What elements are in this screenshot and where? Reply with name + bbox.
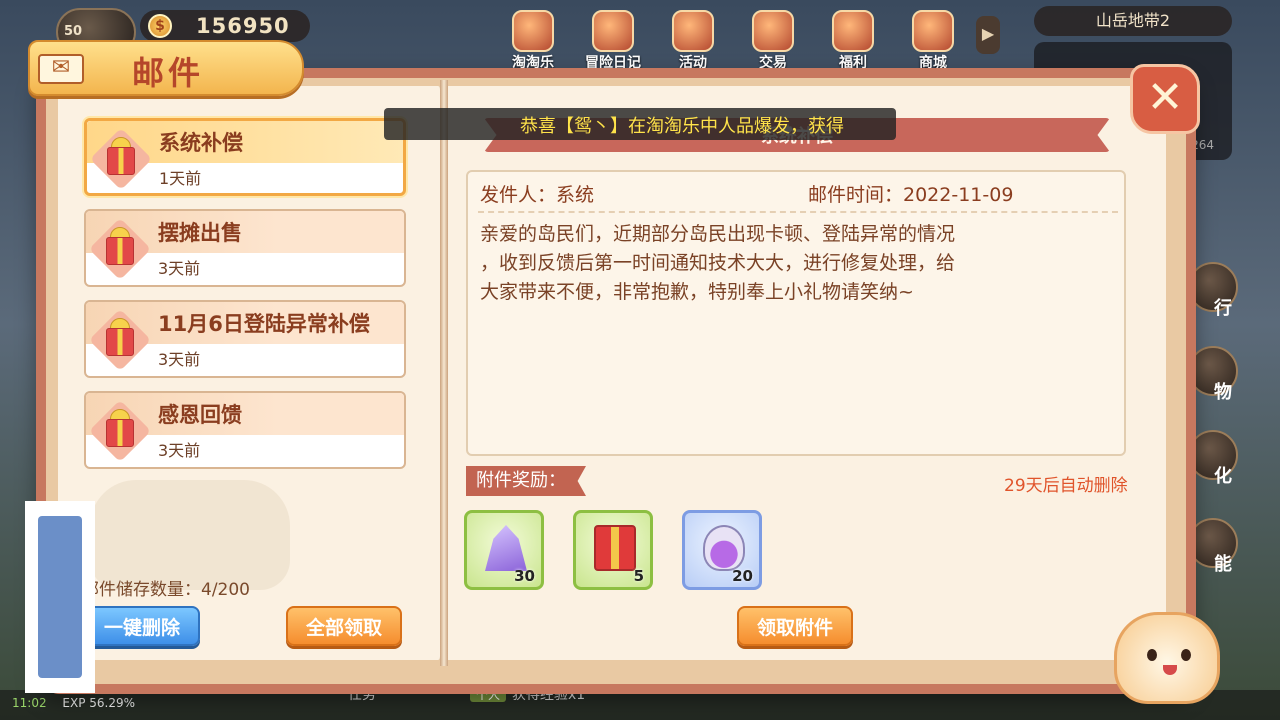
mail-body-line: 大家带来不便，非常抱歉，特别奉上小礼物请笑纳~ bbox=[480, 281, 914, 303]
potion-icon bbox=[703, 525, 745, 571]
pet-eye bbox=[1181, 649, 1191, 661]
auto-delete-notice: 29天后自动删除 bbox=[1004, 476, 1128, 496]
mail-time: 1天前 bbox=[159, 169, 202, 188]
attachment-slot[interactable]: 20 bbox=[682, 510, 762, 590]
attachment-slot[interactable]: 30 bbox=[464, 510, 544, 590]
gift-icon bbox=[88, 217, 152, 281]
mail-title: 感恩回馈 bbox=[158, 403, 242, 427]
decorative-cat-watermark bbox=[90, 480, 290, 590]
taotaole-icon bbox=[512, 10, 554, 52]
mail-list-item[interactable]: 11月6日登陆异常补偿 3天前 bbox=[84, 300, 406, 378]
mail-list-item[interactable]: 系统补偿 1天前 bbox=[84, 118, 406, 196]
mail-time: 3天前 bbox=[158, 441, 201, 460]
nav-events[interactable]: 活动 bbox=[660, 6, 726, 71]
nav-shop[interactable]: 商城 bbox=[900, 6, 966, 71]
pet-eye bbox=[1147, 649, 1157, 661]
side-label: 化 bbox=[1214, 466, 1232, 487]
side-label: 物 bbox=[1214, 382, 1232, 403]
claim-all-button[interactable]: 全部领取 bbox=[286, 606, 402, 646]
attachment-quantity: 5 bbox=[633, 567, 644, 585]
side-label: 能 bbox=[1214, 554, 1232, 575]
diary-icon bbox=[592, 10, 634, 52]
attachment-quantity: 30 bbox=[514, 567, 535, 585]
decorative-stamp bbox=[28, 504, 92, 690]
events-icon bbox=[672, 10, 714, 52]
pet-mouth bbox=[1163, 665, 1177, 675]
nav-welfare[interactable]: 福利 bbox=[820, 6, 886, 71]
mail-title: 摆摊出售 bbox=[158, 221, 242, 245]
pet-mascot[interactable] bbox=[1114, 612, 1220, 704]
map-name: 山岳地带2 bbox=[1034, 6, 1232, 36]
player-level: 50 bbox=[64, 24, 83, 39]
bottom-bar bbox=[0, 690, 1280, 720]
attachment-slot[interactable]: 5 bbox=[573, 510, 653, 590]
divider bbox=[478, 211, 1118, 213]
nav-trade[interactable]: 交易 bbox=[740, 6, 806, 71]
announcement-marquee: 恭喜【鸳丶】在淘淘乐中人品爆发，获得 bbox=[384, 108, 896, 140]
mail-body-line: ，收到反馈后第一时间通知技术大大，进行修复处理，给 bbox=[480, 252, 956, 274]
mail-title: 系统补偿 bbox=[159, 131, 243, 155]
envelope-icon: ✉ bbox=[38, 54, 84, 84]
gift-box-icon bbox=[594, 525, 636, 571]
coin-icon: $ bbox=[148, 14, 172, 38]
coin-counter: $ 156950 bbox=[140, 10, 310, 42]
mail-title: 11月6日登陆异常补偿 bbox=[158, 312, 370, 336]
mail-time: 3天前 bbox=[158, 350, 201, 369]
side-label: 行 bbox=[1214, 298, 1232, 319]
page-title: 邮件 bbox=[132, 54, 205, 92]
nav-adventure-diary[interactable]: 冒险日记 bbox=[580, 6, 646, 71]
nav-taotaole[interactable]: 淘淘乐 bbox=[500, 6, 566, 71]
close-button[interactable]: ✕ bbox=[1130, 64, 1200, 134]
book-spine bbox=[440, 80, 448, 666]
gift-icon bbox=[832, 10, 874, 52]
nav-expand-arrow-icon[interactable]: ▶ bbox=[976, 16, 1000, 54]
coin-value: 156950 bbox=[196, 14, 290, 38]
claim-attachment-button[interactable]: 领取附件 bbox=[737, 606, 853, 646]
delete-all-button[interactable]: 一键删除 bbox=[84, 606, 200, 646]
mail-list-item[interactable]: 摆摊出售 3天前 bbox=[84, 209, 406, 287]
close-icon: ✕ bbox=[1146, 72, 1184, 123]
scales-icon bbox=[752, 10, 794, 52]
mail-sender: 发件人：系统 bbox=[480, 184, 595, 206]
gift-icon bbox=[88, 308, 152, 372]
attachment-quantity: 20 bbox=[732, 567, 753, 585]
status-time: 11:02 bbox=[12, 696, 47, 710]
mail-time: 3天前 bbox=[158, 259, 201, 278]
mail-body: 亲爱的岛民们，近期部分岛民出现卡顿、登陆异常的情况 ，收到反馈后第一时间通知技术… bbox=[480, 220, 1020, 307]
top-navigation: 淘淘乐 冒险日记 活动 交易 福利 商城 bbox=[500, 6, 970, 71]
status-bar: 11:02 EXP 56.29% bbox=[12, 696, 135, 710]
crystal-icon bbox=[485, 525, 527, 571]
mail-storage-count: 邮件储存数量：4/200 bbox=[82, 580, 250, 600]
gift-icon bbox=[89, 127, 153, 191]
mail-list-item[interactable]: 感恩回馈 3天前 bbox=[84, 391, 406, 469]
mail-header: ✉ 邮件 bbox=[28, 40, 304, 96]
attachment-label: 附件奖励： bbox=[466, 466, 586, 496]
marquee-text: 恭喜【鸳丶】在淘淘乐中人品爆发，获得 bbox=[520, 116, 844, 137]
status-exp: EXP 56.29% bbox=[62, 696, 136, 710]
shop-icon bbox=[912, 10, 954, 52]
mail-body-line: 亲爱的岛民们，近期部分岛民出现卡顿、登陆异常的情况 bbox=[480, 223, 956, 245]
mail-date: 邮件时间：2022-11-09 bbox=[808, 184, 1014, 206]
gift-icon bbox=[88, 399, 152, 463]
